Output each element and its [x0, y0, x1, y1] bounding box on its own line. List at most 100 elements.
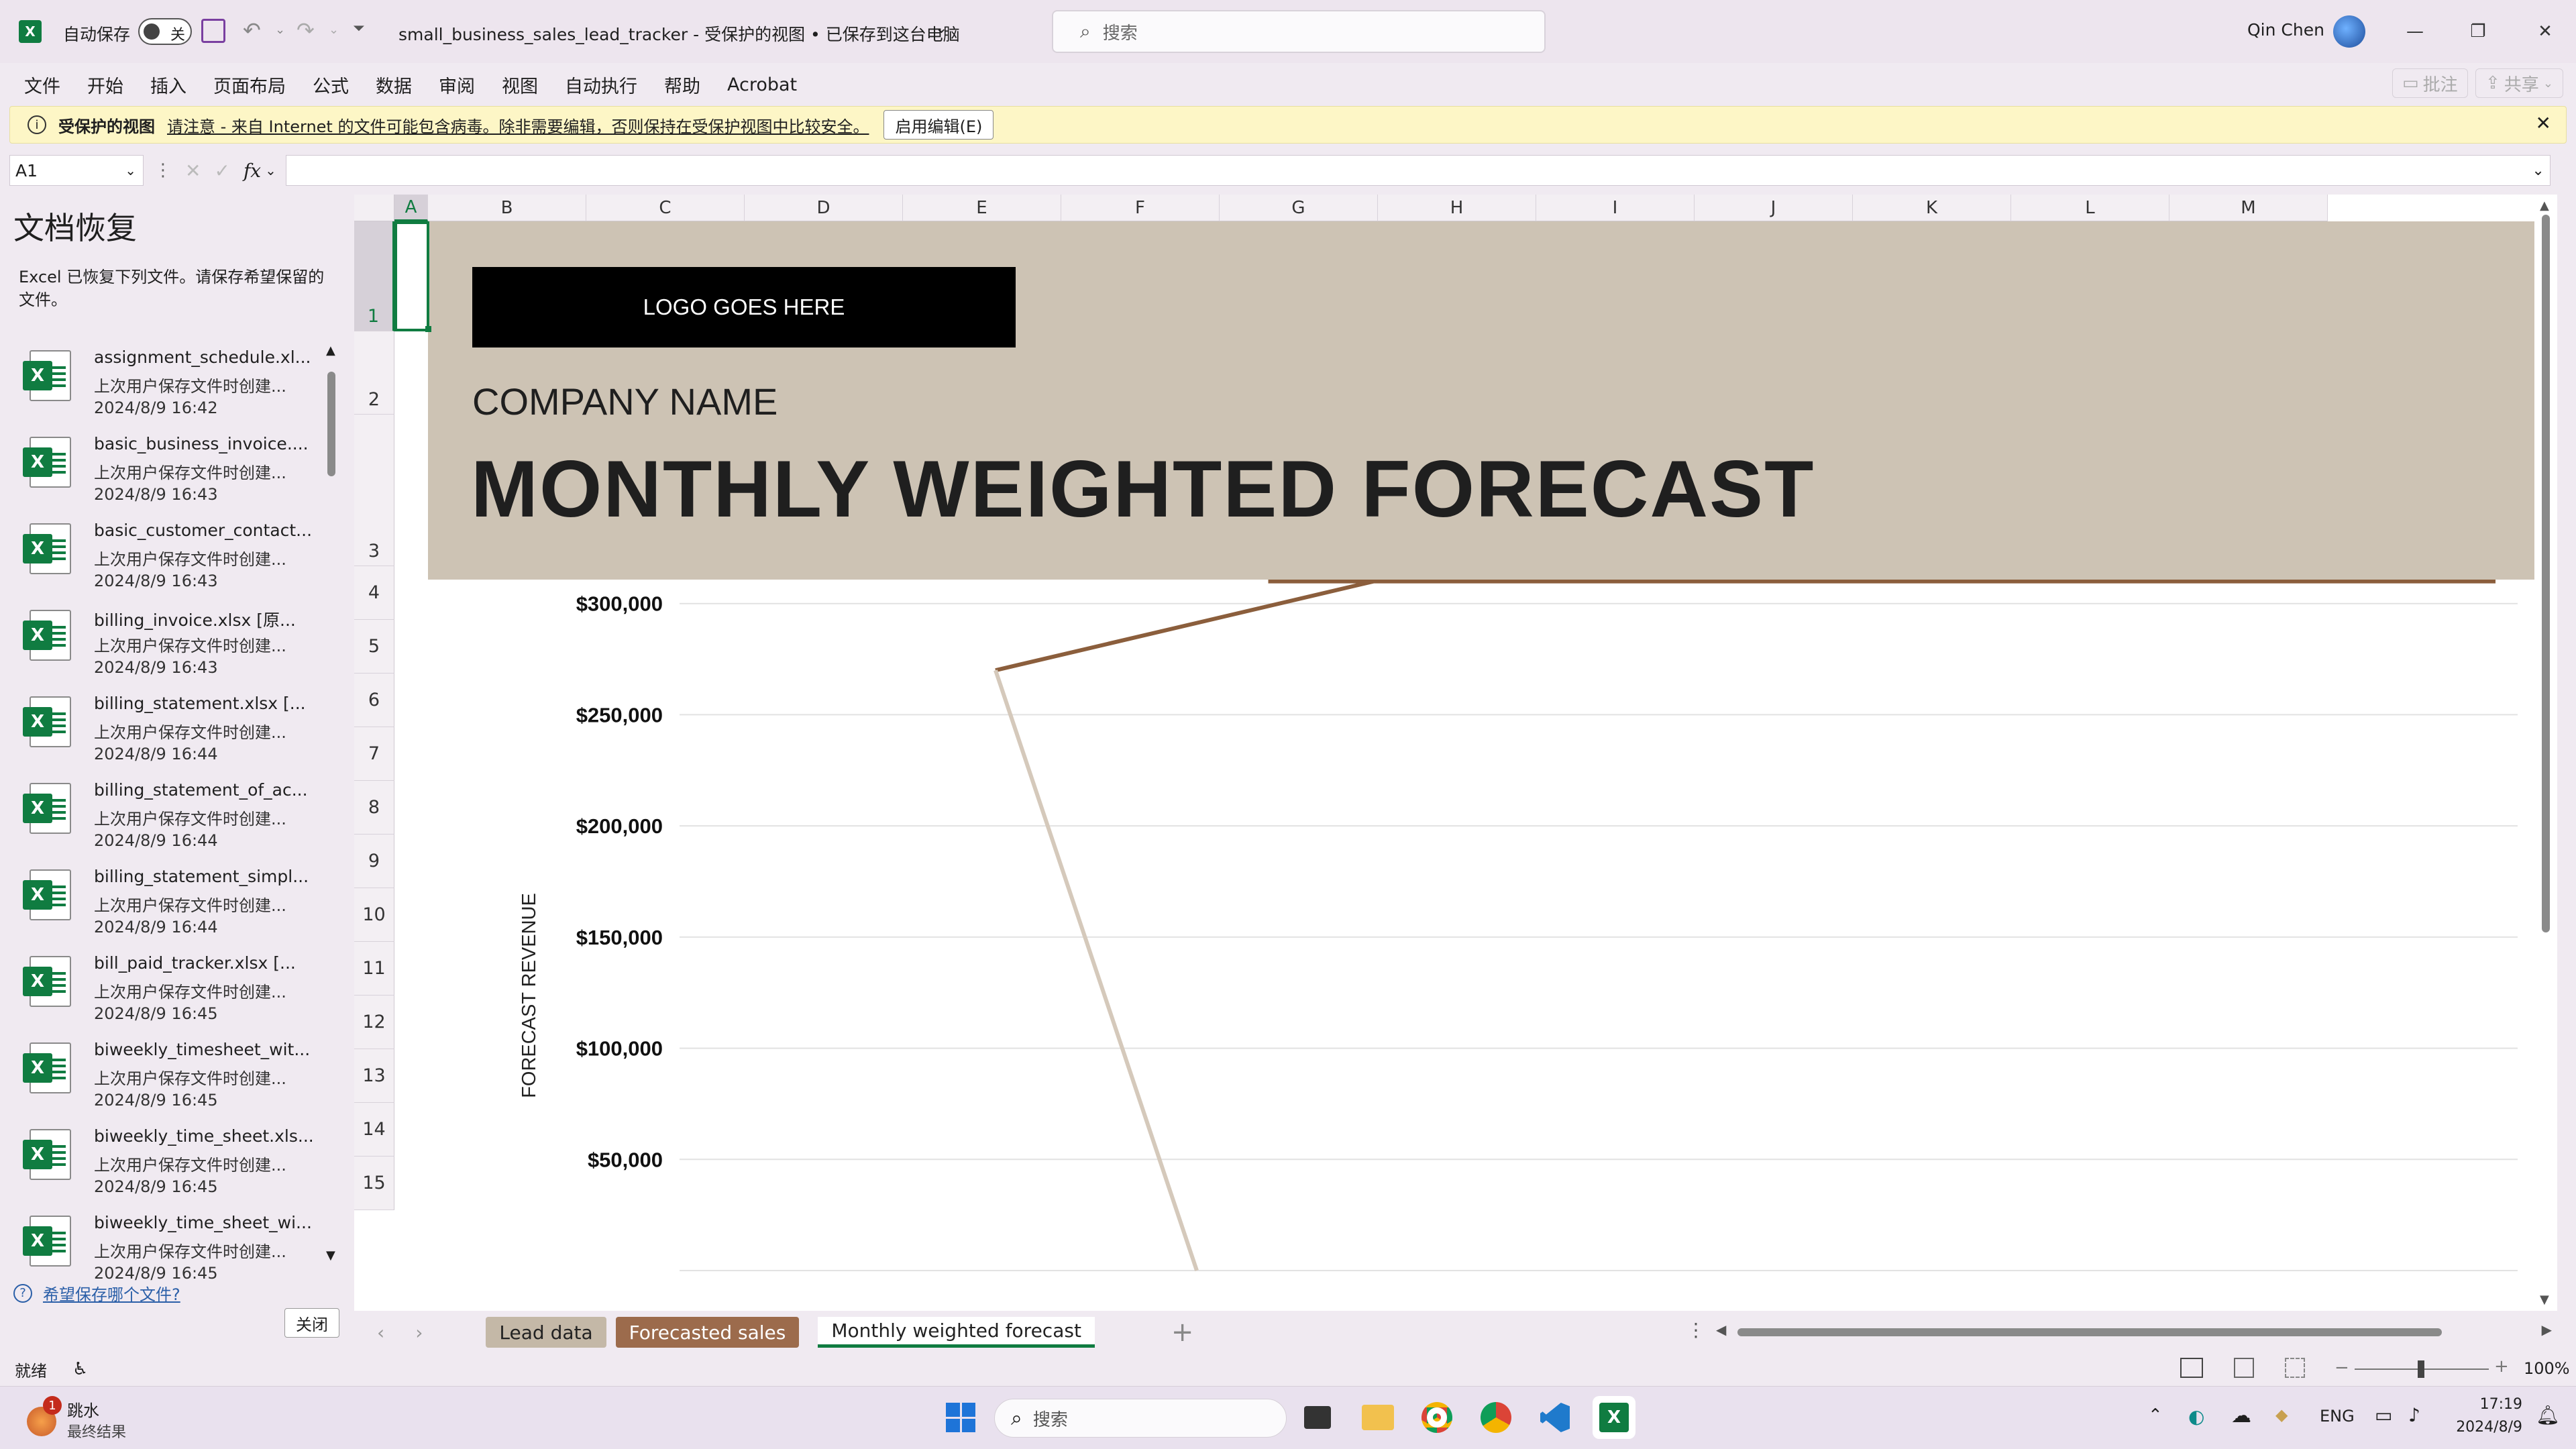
- vscode-icon[interactable]: [1534, 1396, 1576, 1439]
- file-explorer-icon[interactable]: [1356, 1396, 1399, 1439]
- tab-lead-data[interactable]: Lead data: [486, 1317, 606, 1348]
- recovery-file-item[interactable]: Xbasic_business_invoice.... 上次用户保存文件时创建..…: [20, 431, 335, 517]
- row-header[interactable]: 10: [354, 888, 394, 942]
- fill-handle[interactable]: [425, 326, 431, 332]
- name-box-chevron-icon[interactable]: ⌄: [125, 162, 136, 178]
- page-layout-view-icon[interactable]: [2234, 1358, 2254, 1378]
- user-name[interactable]: Qin Chen: [2247, 20, 2324, 40]
- protected-view-message[interactable]: 请注意 - 来自 Internet 的文件可能包含病毒。除非需要编辑，否则保持在…: [167, 113, 869, 137]
- restore-icon[interactable]: ❐: [2458, 11, 2498, 52]
- tab-monthly-weighted-forecast[interactable]: Monthly weighted forecast: [818, 1317, 1095, 1348]
- column-header[interactable]: C: [586, 195, 745, 221]
- row-header[interactable]: 6: [354, 674, 394, 727]
- selected-cell-a1[interactable]: [394, 221, 429, 331]
- scroll-down-icon[interactable]: ▼: [326, 1248, 335, 1263]
- insert-function-icon[interactable]: fx: [244, 160, 261, 182]
- row-header[interactable]: 15: [354, 1157, 394, 1210]
- search-box[interactable]: ⌕ 搜索: [1052, 10, 1546, 53]
- recovery-file-item[interactable]: Xbill_paid_tracker.xlsx [... 上次用户保存文件时创建.…: [20, 951, 335, 1036]
- menu-page-layout[interactable]: 页面布局: [213, 72, 286, 98]
- cancel-icon[interactable]: ✕: [185, 160, 201, 182]
- name-box[interactable]: A1 ⌄: [9, 155, 144, 186]
- volume-icon[interactable]: ♪: [2408, 1404, 2420, 1426]
- column-header[interactable]: A: [394, 195, 428, 221]
- customize-qat-icon[interactable]: ⏷: [353, 20, 365, 37]
- column-header[interactable]: K: [1853, 195, 2011, 221]
- menu-review[interactable]: 审阅: [439, 72, 475, 98]
- fx-chevron-icon[interactable]: ⌄: [265, 162, 276, 178]
- clock-date[interactable]: 2024/8/9: [2446, 1419, 2522, 1436]
- close-bar-icon[interactable]: ✕: [2536, 112, 2551, 134]
- undo-dropdown-icon[interactable]: ⌄: [275, 23, 285, 37]
- row-header[interactable]: 11: [354, 942, 394, 996]
- column-header[interactable]: E: [903, 195, 1061, 221]
- notification-bell-icon[interactable]: 🔔︎: [2536, 1404, 2560, 1426]
- add-sheet-icon[interactable]: +: [1171, 1317, 1194, 1348]
- avatar[interactable]: [2333, 15, 2365, 48]
- column-header[interactable]: L: [2011, 195, 2169, 221]
- weather-title[interactable]: 跳水: [67, 1397, 99, 1421]
- zoom-out-icon[interactable]: −: [2334, 1358, 2349, 1378]
- column-header[interactable]: I: [1536, 195, 1695, 221]
- recovery-file-item[interactable]: Xbilling_statement_of_ac... 上次用户保存文件时创建..…: [20, 777, 335, 863]
- formula-input[interactable]: ⌄: [285, 155, 2551, 186]
- menu-data[interactable]: 数据: [376, 72, 412, 98]
- clock-time[interactable]: 17:19: [2475, 1396, 2522, 1413]
- worksheet[interactable]: ABCDEFGHIJKLM 1 2 3 4 5 6 7 8 9 10 11 12 13 14 15 LOGO…: [354, 195, 2557, 1311]
- tray-chevron-icon[interactable]: ⌃: [2148, 1405, 2163, 1426]
- chrome-profile-icon[interactable]: [1474, 1396, 1517, 1439]
- menu-formulas[interactable]: 公式: [313, 72, 349, 98]
- column-header[interactable]: J: [1695, 195, 1853, 221]
- row-header[interactable]: 2: [354, 331, 394, 415]
- comments-button[interactable]: ▭ 批注: [2392, 68, 2468, 98]
- redo-icon[interactable]: ↷: [297, 17, 315, 43]
- undo-icon[interactable]: ↶: [243, 17, 261, 43]
- edge-tray-icon[interactable]: ◐: [2188, 1405, 2204, 1428]
- menu-view[interactable]: 视图: [502, 72, 538, 98]
- column-header[interactable]: F: [1061, 195, 1220, 221]
- minimize-icon[interactable]: —: [2395, 11, 2435, 52]
- column-header[interactable]: B: [428, 195, 586, 221]
- recovery-file-item[interactable]: Xbilling_statement.xlsx [... 上次用户保存文件时创建.…: [20, 691, 335, 777]
- normal-view-icon[interactable]: [2180, 1358, 2203, 1378]
- accessibility-icon[interactable]: ♿: [72, 1359, 88, 1379]
- menu-acrobat[interactable]: Acrobat: [727, 74, 797, 95]
- more-options-icon[interactable]: ⋮: [154, 160, 172, 180]
- title-chevron-down-icon[interactable]: ⌄: [935, 20, 947, 37]
- close-pane-button[interactable]: 关闭: [284, 1308, 339, 1338]
- horizontal-scrollbar[interactable]: ◀ ▶: [1716, 1322, 2552, 1339]
- v-scroll-down-icon[interactable]: ▼: [2540, 1293, 2549, 1307]
- recovery-file-item[interactable]: Xbasic_customer_contact... 上次用户保存文件时创建...…: [20, 518, 335, 604]
- chrome-icon[interactable]: [1415, 1396, 1458, 1439]
- next-sheet-icon[interactable]: ›: [415, 1322, 423, 1344]
- redo-dropdown-icon[interactable]: ⌄: [329, 23, 339, 37]
- v-scroll-up-icon[interactable]: ▲: [2540, 199, 2549, 213]
- row-header[interactable]: 5: [354, 620, 394, 674]
- recovery-scrollbar[interactable]: ▲ ▼: [325, 343, 338, 1263]
- recovery-scroll-thumb[interactable]: [327, 372, 335, 476]
- column-header[interactable]: D: [745, 195, 903, 221]
- recovery-file-item[interactable]: Xassignment_schedule.xl... 上次用户保存文件时创建...…: [20, 345, 335, 431]
- autosave-toggle[interactable]: 关: [138, 18, 192, 45]
- row-header[interactable]: 7: [354, 727, 394, 781]
- zoom-in-icon[interactable]: +: [2494, 1356, 2509, 1377]
- help-link[interactable]: ? 希望保存哪个文件?: [13, 1281, 180, 1305]
- h-scroll-thumb[interactable]: [1737, 1328, 2442, 1336]
- onedrive-icon[interactable]: ☁: [2231, 1404, 2251, 1428]
- zoom-slider[interactable]: [2355, 1360, 2489, 1378]
- row-header[interactable]: 13: [354, 1049, 394, 1103]
- expand-formula-icon[interactable]: ⌄: [2532, 162, 2544, 179]
- menu-help[interactable]: 帮助: [664, 72, 700, 98]
- row-header[interactable]: 3: [354, 415, 394, 566]
- network-icon[interactable]: ▭: [2375, 1404, 2392, 1426]
- select-all-corner[interactable]: [354, 195, 394, 221]
- scroll-up-icon[interactable]: ▲: [326, 343, 335, 358]
- tab-forecasted-sales[interactable]: Forecasted sales: [615, 1317, 800, 1348]
- excel-taskbar-icon[interactable]: X: [1593, 1396, 1635, 1439]
- taskbar-search[interactable]: ⌕ 搜索: [994, 1399, 1287, 1438]
- enter-icon[interactable]: ✓: [214, 160, 229, 182]
- forecast-line-chart[interactable]: $350,000$300,000$250,000$200,000$150,000…: [394, 580, 2557, 1311]
- zoom-level[interactable]: 100%: [2524, 1359, 2570, 1378]
- menu-file[interactable]: 文件: [24, 72, 60, 98]
- page-break-view-icon[interactable]: [2285, 1358, 2305, 1378]
